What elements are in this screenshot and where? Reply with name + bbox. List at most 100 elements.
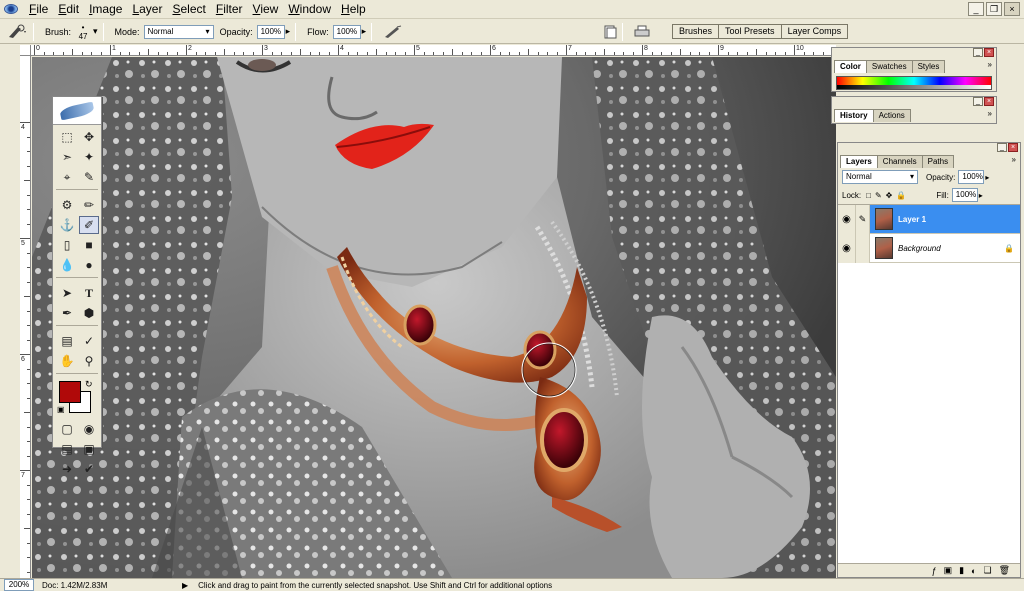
history-brush-tool-icon[interactable]: ✐ [79,216,99,234]
visibility-eye-icon[interactable]: ◉ [838,233,856,263]
layer-opacity-field[interactable]: 100% [958,170,985,184]
add-mask-icon[interactable]: ▣ [944,565,953,576]
well-tab-tool-presets[interactable]: Tool Presets [718,24,782,39]
tab-swatches[interactable]: Swatches [865,60,913,73]
lasso-tool-icon[interactable]: ➣ [57,148,77,166]
layer-row-layer-1[interactable]: ◉ ✎ Layer 1 [838,204,1020,234]
tab-actions[interactable]: Actions [872,109,911,122]
opacity-arrow-icon[interactable]: ▸ [985,173,989,182]
blend-mode-select[interactable]: Normal [842,170,918,184]
marquee-tool-icon[interactable]: ⬚ [57,128,77,146]
panel-menu-icon[interactable]: » [988,60,992,69]
minimize-button[interactable]: _ [968,2,984,16]
layer-row-background[interactable]: ◉ Background 🔒 [838,233,1020,263]
printer-button[interactable] [634,25,650,39]
minimize-panel-icon[interactable]: _ [973,97,983,106]
ruler-horizontal[interactable]: 0 1 2 3 4 5 6 7 8 9 10 [31,45,836,56]
layer-link-slot[interactable] [856,233,870,263]
panel-menu-icon[interactable]: » [1012,155,1016,164]
standard-mode-icon[interactable]: ▢ [57,420,77,438]
lock-position-icon[interactable]: ✥ [886,191,893,200]
close-panel-icon[interactable]: × [984,48,994,57]
tab-history[interactable]: History [834,109,874,122]
menu-select[interactable]: Select [167,0,210,19]
full-screen-mode-icon[interactable]: ▣ [79,440,99,458]
eyedropper-tool-icon[interactable]: ✓ [79,332,99,350]
notes-tool-icon[interactable]: ▤ [57,332,77,350]
lock-transparency-icon[interactable]: □ [866,191,871,200]
document-canvas[interactable] [32,57,836,578]
fill-field[interactable]: 100% [951,188,978,202]
tab-color[interactable]: Color [834,60,867,73]
brush-dropdown-icon[interactable]: ▾ [93,26,98,37]
foreground-color-swatch[interactable] [59,381,81,403]
menu-edit[interactable]: Edit [53,0,84,19]
menu-filter[interactable]: Filter [211,0,248,19]
zoom-tool-icon[interactable]: ⚲ [79,352,99,370]
shape-tool-icon[interactable]: ⬢ [79,304,99,322]
eraser-tool-icon[interactable]: ▯ [57,236,77,254]
close-panel-icon[interactable]: × [984,97,994,106]
slice-tool-icon[interactable]: ✎ [79,168,99,186]
layer-brush-icon[interactable]: ✎ [856,204,870,234]
menu-image[interactable]: Image [84,0,127,19]
pen-tool-icon[interactable]: ✒ [57,304,77,322]
close-button[interactable]: × [1004,2,1020,16]
color-ramp[interactable] [836,76,992,90]
layer-style-icon[interactable]: ƒ [932,566,937,576]
panel-titlebar[interactable]: _ × [832,48,996,60]
move-tool-icon[interactable]: ✥ [79,128,99,146]
tab-paths[interactable]: Paths [921,155,955,168]
new-layer-icon[interactable]: ❏ [983,565,991,576]
ruler-vertical[interactable]: 4 5 6 7 [20,56,31,578]
lock-all-icon[interactable]: 🔒 [896,191,906,200]
opacity-field[interactable]: 100% [256,24,285,39]
panel-titlebar[interactable]: _ × [838,143,1020,155]
hand-tool-icon[interactable]: ✋ [57,352,77,370]
well-tab-layer-comps[interactable]: Layer Comps [780,24,849,39]
file-browser-button[interactable] [603,25,617,39]
clone-stamp-tool-icon[interactable]: ⚓ [57,216,77,234]
visibility-eye-icon[interactable]: ◉ [838,204,856,234]
opacity-arrow-icon[interactable]: ▸ [286,26,291,37]
delete-layer-icon[interactable]: 🗑 [999,565,1010,576]
new-group-icon[interactable]: ▮ [959,565,964,576]
menu-layer[interactable]: Layer [127,0,167,19]
fill-arrow-icon[interactable]: ▸ [979,191,983,200]
mode-select[interactable]: Normal [143,24,214,39]
panel-titlebar[interactable]: _ × [832,97,996,109]
screen-mode-icon[interactable]: ▤ [57,440,77,458]
edit-in-imageready-icon[interactable]: ✔ [79,460,99,478]
minimize-panel-icon[interactable]: _ [973,48,983,57]
airbrush-toggle[interactable] [383,24,403,40]
status-arrow-icon[interactable]: ▶ [182,581,188,590]
magic-wand-tool-icon[interactable]: ✦ [79,148,99,166]
close-panel-icon[interactable]: × [1008,143,1018,152]
flow-field[interactable]: 100% [332,24,361,39]
gradient-tool-icon[interactable]: ■ [79,236,99,254]
tab-styles[interactable]: Styles [911,60,946,73]
tab-layers[interactable]: Layers [840,155,878,168]
restore-button[interactable]: ❐ [986,2,1002,16]
ruler-origin[interactable] [20,45,31,56]
dodge-tool-icon[interactable]: ● [79,256,99,274]
path-selection-tool-icon[interactable]: ➤ [57,284,77,302]
toolbox-header[interactable] [53,97,101,125]
minimize-panel-icon[interactable]: _ [997,143,1007,152]
well-tab-brushes[interactable]: Brushes [672,24,720,39]
tool-preset-picker[interactable] [6,23,28,41]
type-tool-icon[interactable]: T [79,284,99,302]
imageready-jump-icon[interactable]: ➜ [57,460,77,478]
crop-tool-icon[interactable]: ⌖ [57,168,77,186]
lock-pixels-icon[interactable]: ✎ [875,191,882,200]
zoom-field[interactable]: 200% [4,579,34,591]
doc-size[interactable]: Doc: 1.42M/2.83M [42,581,182,590]
menu-file[interactable]: File [24,0,53,19]
panel-menu-icon[interactable]: » [988,109,992,118]
menu-help[interactable]: Help [336,0,371,19]
brush-tool-icon[interactable]: ✏ [79,196,99,214]
tab-channels[interactable]: Channels [876,155,923,168]
blur-tool-icon[interactable]: 💧 [57,256,77,274]
brush-picker[interactable]: • 47 [75,23,91,41]
default-colors-icon[interactable]: ▣ [57,405,65,414]
